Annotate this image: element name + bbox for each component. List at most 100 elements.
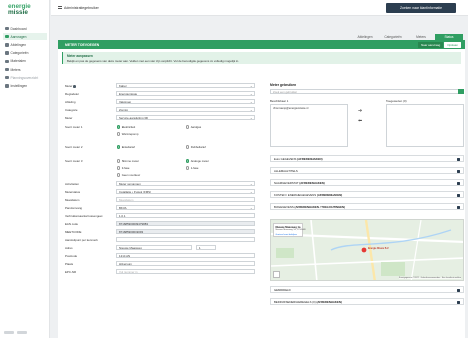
meetdatum-label: Meetdatum [65, 198, 80, 202]
brand-logo[interactable]: energie missie [8, 3, 31, 16]
location-map[interactable]: Nieuwe Maasweg 1a Nieuwe Maasweg 1a, 121… [270, 219, 464, 281]
back-to-request-button[interactable]: Naar aanvraag [418, 41, 444, 48]
arrow-left-icon[interactable]: ⬅ [358, 118, 362, 124]
accordion-section[interactable]: NAAMGEVERSTAT (AFREDENHAKEN) [270, 179, 464, 186]
adres-input[interactable]: Nieuwe Maasweg [116, 245, 192, 251]
soort-meter-2-label: Soort meter 2 [65, 145, 83, 149]
expand-icon[interactable] [456, 205, 460, 210]
aansluiting-input[interactable] [116, 237, 255, 243]
radio-slimme-meter[interactable]: Slimme meter [117, 159, 139, 163]
radio-icon [186, 125, 190, 129]
alert-title: Meter aanpassen [67, 54, 93, 58]
verbruik-input[interactable]: 1,0,1 [116, 213, 255, 219]
arrow-right-icon[interactable]: ➔ [358, 108, 362, 114]
expand-icon[interactable] [456, 169, 460, 174]
expand-icon[interactable] [456, 157, 460, 162]
plaats-label: Plaats [65, 262, 74, 266]
sidebar-item-label: Categorieën [10, 51, 29, 56]
expand-icon[interactable] [456, 288, 460, 293]
search-button[interactable] [458, 89, 464, 94]
alert-text: Bekijk en pas de gegevens van deze meter… [67, 58, 239, 63]
radio-dubbeltarief[interactable]: Dubbeltarief [186, 145, 206, 149]
categorie-select[interactable]: Zonnig ⌄ [116, 107, 255, 113]
accordion-section[interactable]: BEDRIJFSENERGIEREGELS (0) (AFREDENHAKEN) [270, 298, 464, 305]
available-list-label: Beschikbaar 1 [270, 99, 289, 103]
available-users-list[interactable]: Jhon.kamp@energiemissie.nl [270, 104, 348, 147]
expand-icon[interactable] [456, 193, 460, 198]
radio-warmtepomp[interactable]: Warmtepomp [117, 132, 138, 136]
sidebar-item-dashboard[interactable]: Dashboard [3, 25, 47, 32]
assigned-users-list[interactable] [386, 104, 464, 147]
accordion-title: NAAMGEVERSTAT [274, 181, 299, 185]
sidebar-item-materialen[interactable]: Materialen [3, 58, 47, 65]
activiteiten-label: Activiteiten [65, 182, 79, 186]
radio-analoge-meter[interactable]: Analoge meter [186, 159, 209, 163]
afdeling-select[interactable]: Vakgroep ⌄ [116, 99, 255, 105]
ean-code-label: EAN code [65, 222, 79, 226]
larger-map-link[interactable]: Grotere kaart bekijken [276, 234, 298, 236]
search-customer-button[interactable]: Zoeken naar klantinformatie [386, 3, 456, 13]
sidebar: energie missie Dashboard Aanvragen Afdelin… [0, 0, 50, 338]
radio-icon [186, 159, 190, 163]
map-zoom-control[interactable] [273, 271, 280, 278]
meter-select[interactable]: Kabel ⌄ [116, 83, 255, 89]
accordion-title: BIJGEGEVENS [274, 205, 294, 209]
sidebar-item-instellingen[interactable]: Instellingen [3, 82, 47, 89]
chevron-down-icon: ⌄ [249, 206, 253, 211]
accordion-section[interactable]: BIJGEGEVENS (AFREDENHAKEN / TOELICHTINGE… [270, 203, 464, 210]
place-card: Nieuwe Maasweg 1a Nieuwe Maasweg 1a, 121… [273, 223, 305, 237]
radio-1-fase[interactable]: 1-fase [186, 166, 198, 170]
nav-icon [5, 84, 9, 88]
radio-geen-voorkeur[interactable]: Geen voorkeur [117, 173, 140, 177]
assigned-list-label: Toegewezen (0) [386, 99, 407, 103]
accordion-section[interactable]: GEMIDDELD [270, 286, 464, 293]
user-search-input[interactable]: Zoek een gebruiker [270, 89, 464, 94]
pandomvang-label: Pandomvang [65, 206, 83, 210]
sidebar-item-aanvragen[interactable]: Aanvragen [3, 33, 47, 41]
regiodeler-select[interactable]: Energiemissie ⌄ [116, 91, 255, 97]
activiteiten-select[interactable]: Meter vervangen ⌄ [116, 181, 255, 187]
chevron-down-icon: ⌄ [249, 100, 253, 105]
accordion-section[interactable]: ALLEMAALTITELS [270, 167, 464, 174]
accordion-title: Euro GEGEVENS [274, 157, 297, 161]
save-button[interactable]: Opslaan [444, 41, 461, 48]
ean-code-field: 871685900009479883 [116, 221, 255, 227]
plaats-input[interactable]: Hilversum [116, 261, 255, 267]
radio-icon [117, 173, 121, 177]
pandomvang-select[interactable]: BKVA ⌄ [116, 205, 255, 211]
ep-nr-input[interactable]: Vul nummer in [116, 269, 255, 275]
accordion-tag: (AFREDENHAKEN) [297, 157, 323, 161]
sidebar-item-label: Materialen [10, 59, 26, 64]
user-menu[interactable]: Administratiegebruiker [58, 6, 99, 10]
info-alert: Meter aanpassen Bekijk en pas de gegeven… [62, 52, 461, 64]
sidebar-item-categorien[interactable]: Categorieën [3, 50, 47, 57]
meetcode-label: MEETCODE [65, 230, 82, 234]
sidebar-item-meters[interactable]: Meters [3, 66, 47, 73]
accordion-title: GEMIDDELD [274, 288, 291, 292]
radio-3-fase[interactable]: 3-fase [117, 166, 129, 170]
sidebar-item-afdelingen[interactable]: Afdelingen [3, 41, 47, 48]
menu-icon[interactable] [58, 6, 62, 9]
help-icon [73, 84, 76, 88]
radio-elektriciteit[interactable]: Elektriciteit [117, 125, 135, 129]
chevron-down-icon: ⌄ [249, 116, 253, 121]
huisnummer-input[interactable]: 1 [196, 245, 216, 251]
radio-aardgas[interactable]: Aardgas [186, 125, 201, 129]
sidebar-item-planningsoverzicht[interactable]: Planningsoverzicht [3, 74, 47, 81]
list-item[interactable]: Jhon.kamp@energiemissie.nl [273, 107, 308, 110]
expand-icon[interactable] [456, 181, 460, 186]
nav-icon [5, 75, 9, 80]
meterstatus-select[interactable]: Installatie • Fysiek (FMS) ⌄ [116, 189, 255, 195]
postcode-input[interactable]: 1214 AN [116, 253, 255, 259]
accordion-section[interactable]: KOSTEN / ENERGIEGEGEVENS (AFREDENHAKEN) [270, 191, 464, 198]
meetdatum-input[interactable]: Meetdatum [116, 197, 255, 203]
expand-icon[interactable] [456, 300, 460, 305]
radio-enkeltarief[interactable]: Enkeltarief [117, 145, 135, 149]
accordion-title: BEDRIJFSENERGIEREGELS (0) [274, 300, 316, 304]
nav-icon [5, 59, 9, 64]
chevron-down-icon: ⌄ [249, 84, 253, 89]
meter2-select[interactable]: Service-aansluiting 3D ⌄ [116, 115, 255, 121]
adres-label: Adres [65, 246, 73, 250]
radio-icon [117, 125, 121, 129]
accordion-section[interactable]: Euro GEGEVENS (AFREDENHAKEN) [270, 155, 464, 162]
